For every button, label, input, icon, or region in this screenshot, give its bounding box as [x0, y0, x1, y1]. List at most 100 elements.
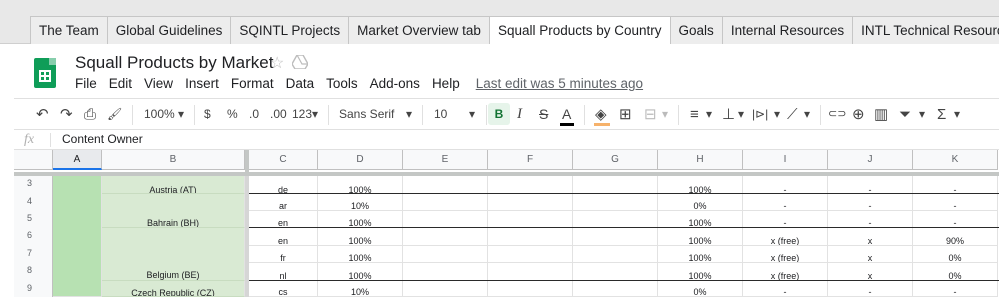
- last-edit-link[interactable]: Last edit was 5 minutes ago: [476, 76, 643, 91]
- table-cell[interactable]: -: [828, 281, 913, 297]
- column-header-k[interactable]: K: [913, 150, 998, 170]
- align-chevron-down-icon[interactable]: ▾: [706, 99, 712, 130]
- menu-format[interactable]: Format: [231, 76, 274, 91]
- tab-squall-products-by-country[interactable]: Squall Products by Country: [488, 16, 671, 45]
- column-header-g[interactable]: G: [573, 150, 658, 170]
- table-cell[interactable]: de: [249, 176, 318, 194]
- table-cell[interactable]: [488, 228, 573, 246]
- table-cell[interactable]: x: [828, 263, 913, 281]
- table-cell[interactable]: 100%: [658, 176, 743, 194]
- table-cell[interactable]: [488, 194, 573, 211]
- borders-icon[interactable]: ⊞: [619, 99, 632, 130]
- table-cell[interactable]: [573, 246, 658, 263]
- formula-input[interactable]: Content Owner: [62, 130, 143, 149]
- menu-data[interactable]: Data: [286, 76, 315, 91]
- functions-chevron-down-icon[interactable]: ▾: [954, 99, 960, 130]
- column-header-a[interactable]: A: [53, 150, 102, 170]
- document-title[interactable]: Squall Products by Market: [75, 53, 273, 73]
- country-cell-bahrain[interactable]: Bahrain (BH): [102, 194, 245, 228]
- percent-format-button[interactable]: %: [227, 99, 238, 130]
- menu-file[interactable]: File: [75, 76, 97, 91]
- menu-edit[interactable]: Edit: [109, 76, 132, 91]
- rotation-chevron-down-icon[interactable]: ▾: [804, 99, 810, 130]
- increase-decimal-button[interactable]: .00: [270, 99, 287, 130]
- table-cell[interactable]: -: [743, 281, 828, 297]
- zoom-select[interactable]: 100%: [144, 99, 175, 130]
- strikethrough-button[interactable]: S: [539, 99, 548, 130]
- menu-tools[interactable]: Tools: [326, 76, 358, 91]
- column-a-cells[interactable]: [53, 176, 102, 297]
- row-header-6[interactable]: 6: [14, 228, 53, 246]
- table-cell[interactable]: 0%: [658, 194, 743, 211]
- filter-chevron-down-icon[interactable]: ▾: [919, 99, 925, 130]
- table-cell[interactable]: -: [743, 194, 828, 211]
- row-header-3[interactable]: 3: [14, 176, 53, 194]
- menu-view[interactable]: View: [144, 76, 173, 91]
- table-cell[interactable]: 10%: [318, 281, 403, 297]
- table-cell[interactable]: [488, 246, 573, 263]
- table-cell[interactable]: [488, 281, 573, 297]
- zoom-chevron-down-icon[interactable]: ▾: [178, 99, 184, 130]
- font-family-select[interactable]: Sans Serif: [339, 99, 394, 130]
- table-cell[interactable]: -: [913, 194, 998, 211]
- row-header-9[interactable]: 9: [14, 281, 53, 297]
- table-cell[interactable]: 0%: [913, 246, 998, 263]
- table-cell[interactable]: 90%: [913, 228, 998, 246]
- spreadsheet-grid[interactable]: A B C D E F G H I J K 3 4 5 6 7 8 9 Aust…: [14, 150, 999, 297]
- table-cell[interactable]: 100%: [658, 211, 743, 228]
- table-cell[interactable]: [403, 246, 488, 263]
- tab-internal-resources[interactable]: Internal Resources: [721, 16, 854, 44]
- column-header-f[interactable]: F: [488, 150, 573, 170]
- font-size-select[interactable]: 10: [434, 99, 447, 130]
- table-cell[interactable]: [403, 228, 488, 246]
- valign-chevron-down-icon[interactable]: ▾: [738, 99, 744, 130]
- table-cell[interactable]: -: [913, 211, 998, 228]
- menu-insert[interactable]: Insert: [185, 76, 219, 91]
- table-cell[interactable]: 100%: [658, 263, 743, 281]
- currency-format-button[interactable]: $: [204, 99, 211, 130]
- table-cell[interactable]: -: [828, 194, 913, 211]
- table-cell[interactable]: -: [743, 176, 828, 194]
- bold-button[interactable]: B: [488, 103, 510, 125]
- row-header-5[interactable]: 5: [14, 211, 53, 228]
- tab-goals[interactable]: Goals: [669, 16, 723, 44]
- table-cell[interactable]: [403, 211, 488, 228]
- table-cell[interactable]: 100%: [318, 246, 403, 263]
- column-header-i[interactable]: I: [743, 150, 828, 170]
- print-icon[interactable]: ⎙: [84, 99, 96, 130]
- font-chevron-down-icon[interactable]: ▾: [406, 99, 412, 130]
- table-cell[interactable]: x (free): [743, 228, 828, 246]
- country-cell-austria[interactable]: Austria (AT): [102, 176, 245, 194]
- table-cell[interactable]: [573, 194, 658, 211]
- table-cell[interactable]: [403, 263, 488, 281]
- row-header-7[interactable]: 7: [14, 246, 53, 263]
- sheets-logo-icon[interactable]: [34, 58, 56, 88]
- star-icon[interactable]: ☆: [270, 53, 284, 73]
- table-cell[interactable]: 10%: [318, 194, 403, 211]
- filter-icon[interactable]: ⏷: [899, 99, 911, 130]
- table-cell[interactable]: ar: [249, 194, 318, 211]
- move-to-drive-icon[interactable]: [292, 55, 308, 69]
- functions-icon[interactable]: Σ: [937, 99, 946, 130]
- more-formats-button[interactable]: 123: [292, 99, 312, 130]
- tab-global-guidelines[interactable]: Global Guidelines: [106, 16, 232, 44]
- tab-sqintl-projects[interactable]: SQINTL Projects: [230, 16, 350, 44]
- column-header-j[interactable]: J: [828, 150, 913, 170]
- table-cell[interactable]: [403, 176, 488, 194]
- table-cell[interactable]: x (free): [743, 246, 828, 263]
- column-header-d[interactable]: D: [318, 150, 403, 170]
- country-cell-belgium[interactable]: Belgium (BE): [102, 228, 245, 281]
- tab-intl-technical-resources[interactable]: INTL Technical Resources: [852, 16, 999, 44]
- table-cell[interactable]: [403, 194, 488, 211]
- menu-add-ons[interactable]: Add-ons: [370, 76, 420, 91]
- vertical-align-icon[interactable]: ⊥: [722, 99, 735, 130]
- table-cell[interactable]: x: [828, 228, 913, 246]
- italic-button[interactable]: I: [517, 99, 522, 130]
- table-cell[interactable]: x (free): [743, 263, 828, 281]
- table-cell[interactable]: x: [828, 246, 913, 263]
- table-cell[interactable]: -: [913, 281, 998, 297]
- table-cell[interactable]: [573, 281, 658, 297]
- select-all-corner[interactable]: [14, 150, 53, 170]
- table-cell[interactable]: 100%: [318, 176, 403, 194]
- column-header-b[interactable]: B: [102, 150, 245, 170]
